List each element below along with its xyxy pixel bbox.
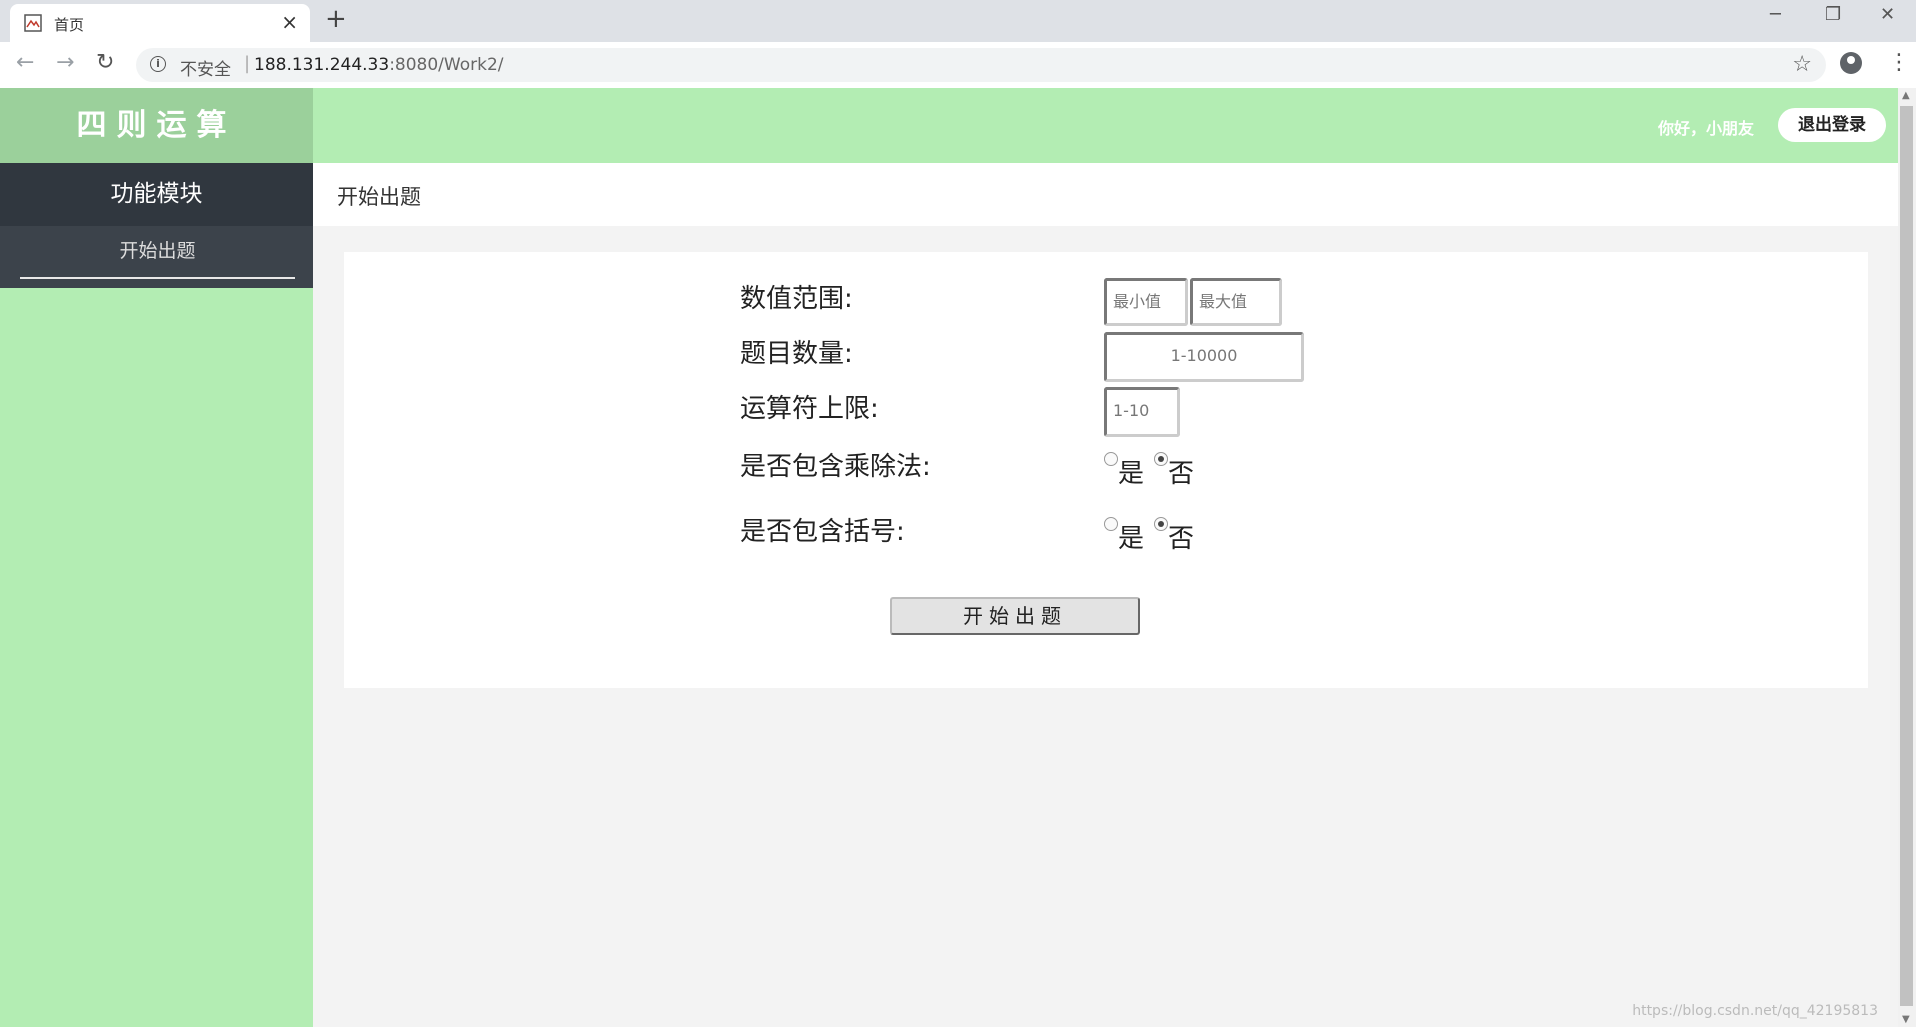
max-value-input[interactable]: 最大值	[1190, 278, 1282, 326]
sidebar-item-container: 开始出题	[0, 226, 313, 288]
browser-toolbar: ← → ↻ i 不安全 | 188.131.244.33:8080/Work2/…	[0, 42, 1916, 89]
browser-tab[interactable]: 首页 ×	[10, 4, 310, 42]
url-separator: |	[244, 53, 251, 74]
scroll-up-icon[interactable]: ▲	[1902, 90, 1910, 101]
page: 四则运算 你好，小朋友 退出登录 功能模块 开始出题 开始出题 数值范围: 最小…	[0, 88, 1898, 1027]
url-text[interactable]: 188.131.244.33:8080/Work2/	[254, 55, 504, 75]
count-label: 题目数量:	[740, 339, 853, 369]
tab-title: 首页	[54, 16, 85, 34]
back-arrow-icon[interactable]: ←	[16, 50, 34, 75]
minimize-icon[interactable]: ─	[1770, 4, 1781, 25]
brackets-no-radio[interactable]	[1154, 517, 1168, 531]
quiz-form-card: 数值范围: 最小值 最大值 题目数量: 1-10000 运算符上限: 1-10 …	[344, 252, 1868, 688]
brackets-yes-radio[interactable]	[1104, 517, 1118, 531]
info-icon[interactable]: i	[150, 56, 166, 72]
star-icon[interactable]: ☆	[1792, 52, 1812, 77]
brackets-no-label: 否	[1168, 524, 1195, 554]
forward-arrow-icon[interactable]: →	[56, 50, 74, 75]
browser-tab-strip: 首页 × + ─ ❐ ✕	[0, 0, 1916, 42]
muldiv-label: 是否包含乘除法:	[740, 452, 931, 482]
new-tab-button[interactable]: +	[325, 4, 347, 34]
watermark: https://blog.csdn.net/qq_42195813	[1632, 1003, 1878, 1019]
breadcrumb-item: 开始出题	[337, 185, 421, 209]
brackets-yes-label: 是	[1118, 524, 1145, 554]
account-icon[interactable]	[1840, 52, 1862, 74]
muldiv-yes-label: 是	[1118, 459, 1145, 489]
sidebar-title: 功能模块	[0, 163, 313, 226]
operator-limit-label: 运算符上限:	[740, 394, 879, 424]
operator-limit-input[interactable]: 1-10	[1104, 387, 1180, 437]
min-value-input[interactable]: 最小值	[1104, 278, 1188, 326]
reload-icon[interactable]: ↻	[96, 50, 114, 75]
muldiv-yes-radio[interactable]	[1104, 452, 1118, 466]
sidebar-item-start-quiz[interactable]: 开始出题	[20, 226, 295, 279]
url-host: 188.131.244.33	[254, 55, 390, 75]
question-count-input[interactable]: 1-10000	[1104, 332, 1304, 382]
muldiv-no-label: 否	[1168, 459, 1195, 489]
insecure-label: 不安全	[180, 60, 231, 80]
scroll-thumb[interactable]	[1900, 106, 1913, 1006]
sidebar: 功能模块 开始出题	[0, 163, 313, 1027]
close-window-icon[interactable]: ✕	[1880, 4, 1895, 25]
address-bar[interactable]: i 不安全 | 188.131.244.33:8080/Work2/ ☆	[136, 48, 1826, 82]
scrollbar[interactable]: ▲ ▼	[1898, 88, 1916, 1027]
tab-close-icon[interactable]: ×	[281, 10, 298, 34]
favicon-icon	[24, 14, 42, 32]
app-logo: 四则运算	[0, 88, 313, 163]
scroll-down-icon[interactable]: ▼	[1902, 1014, 1910, 1025]
top-header: 四则运算 你好，小朋友 退出登录	[0, 88, 1898, 163]
range-label: 数值范围:	[740, 284, 853, 314]
logout-button[interactable]: 退出登录	[1778, 108, 1886, 142]
brackets-label: 是否包含括号:	[740, 517, 905, 547]
menu-icon[interactable]: ⋮	[1888, 50, 1910, 75]
start-quiz-button[interactable]: 开始出题	[890, 597, 1140, 635]
url-path: :8080/Work2/	[389, 55, 504, 75]
restore-icon[interactable]: ❐	[1825, 4, 1841, 25]
muldiv-no-radio[interactable]	[1154, 452, 1168, 466]
breadcrumb: 开始出题	[313, 163, 1898, 226]
greeting-text: 你好，小朋友	[1657, 119, 1754, 138]
